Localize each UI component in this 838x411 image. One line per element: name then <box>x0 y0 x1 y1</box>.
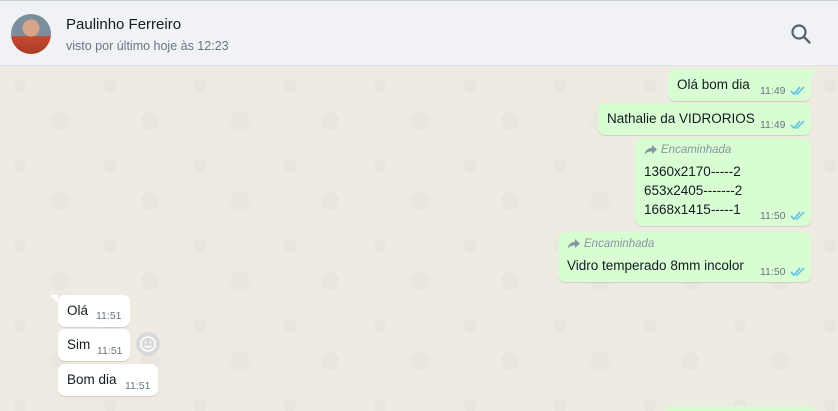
message-outgoing-forwarded[interactable]: Encaminhada Vidro temperado 8mm incolor … <box>558 232 811 282</box>
message-time: 11:49 <box>760 119 786 131</box>
contact-avatar[interactable] <box>11 14 51 54</box>
forward-icon <box>567 239 580 249</box>
message-time: 11:49 <box>760 85 786 97</box>
message-text: Olá <box>67 303 89 318</box>
last-seen-status: visto por último hoje às 12:23 <box>66 39 229 53</box>
read-receipt-icon <box>790 267 805 277</box>
message-line: 653x2405-------2 <box>644 183 743 198</box>
read-receipt-icon <box>790 120 805 130</box>
chat-header: Paulinho Ferreiro visto por último hoje … <box>0 0 838 66</box>
message-text: 1360x2170-----2 653x2405-------2 1668x14… <box>644 162 742 219</box>
message-text: Bom dia <box>67 372 117 387</box>
message-time: 11:50 <box>760 210 786 222</box>
search-button[interactable] <box>788 21 814 47</box>
message-text: Sim <box>67 337 91 352</box>
message-time: 11:51 <box>125 380 151 392</box>
message-time: 11:51 <box>97 345 123 357</box>
forward-icon <box>644 145 657 155</box>
message-incoming[interactable]: Olá 11:51 <box>58 295 130 327</box>
message-outgoing-forwarded[interactable]: Encaminhada 1360x2170-----2 653x2405----… <box>635 138 811 226</box>
read-receipt-icon <box>790 86 805 96</box>
message-list[interactable]: Olá bom dia 11:49 Nathalie da VIDRORIOS … <box>0 66 838 411</box>
read-receipt-icon <box>790 211 805 221</box>
bubble-tail <box>810 69 818 77</box>
message-outgoing[interactable]: Nathalie da VIDRORIOS 11:49 <box>598 103 811 135</box>
message-line: 1668x1415-----1 <box>644 202 741 217</box>
message-time: 11:50 <box>760 266 786 278</box>
message-text: Nathalie da VIDRORIOS <box>607 111 755 126</box>
forwarded-label: Encaminhada <box>584 238 655 250</box>
search-icon <box>791 24 811 44</box>
message-outgoing[interactable]: Olá bom dia 11:49 <box>668 69 811 101</box>
forwarded-label: Encaminhada <box>661 144 732 156</box>
emoji-icon <box>140 336 156 352</box>
message-line: 1360x2170-----2 <box>644 164 741 179</box>
contact-name[interactable]: Paulinho Ferreiro <box>66 16 181 33</box>
message-time: 11:51 <box>96 310 122 322</box>
message-incoming[interactable]: Bom dia 11:51 <box>58 364 158 396</box>
scrollbar[interactable] <box>824 66 838 411</box>
message-outgoing-partial[interactable] <box>665 406 815 411</box>
react-button[interactable] <box>136 332 160 356</box>
message-incoming[interactable]: Sim 11:51 <box>58 329 130 361</box>
message-text: Vidro temperado 8mm incolor <box>567 258 744 273</box>
message-text: Olá bom dia <box>677 77 750 92</box>
bubble-tail <box>50 295 58 303</box>
